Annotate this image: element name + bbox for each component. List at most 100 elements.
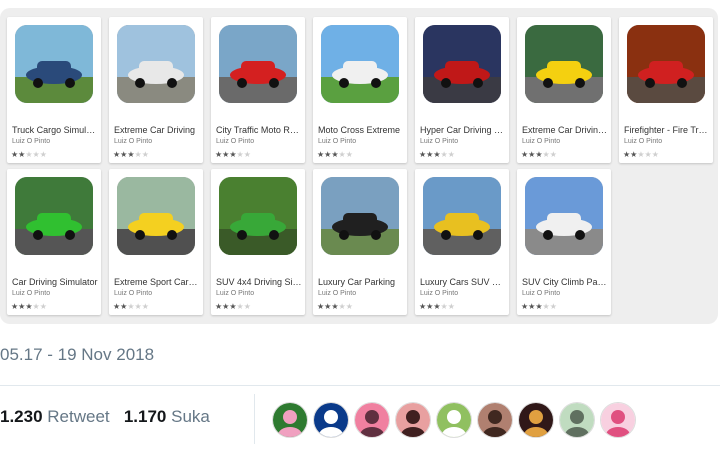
app-title[interactable]: Extreme Car Driving Racing	[522, 125, 608, 135]
app-card[interactable]: Car Driving Simulator Luiz O Pinto ★★★★★	[7, 169, 101, 315]
star-icon: ★	[440, 150, 448, 159]
app-card[interactable]: Truck Cargo Simulator Luiz O Pinto ★★★★★	[7, 17, 101, 163]
app-developer: Luiz O Pinto	[216, 138, 255, 145]
app-title[interactable]: Extreme Sport Car Driving	[114, 277, 200, 287]
app-card[interactable]: Hyper Car Driving Simulator Luiz O Pinto ★…	[415, 17, 509, 163]
app-title[interactable]: Extreme Car Driving	[114, 125, 200, 135]
app-title[interactable]: Car Driving Simulator	[12, 277, 98, 287]
star-icon: ★	[331, 150, 339, 159]
app-card[interactable]: Firefighter - Fire Truck Luiz O Pinto ★★★★…	[619, 17, 713, 163]
avatar-anime-girl[interactable]	[395, 402, 431, 438]
stats-divider	[254, 394, 255, 444]
star-icon: ★	[644, 150, 652, 159]
app-title[interactable]: SUV City Climb Parking	[522, 277, 608, 287]
tweet-timestamp[interactable]: 05.17 - 19 Nov 2018	[0, 345, 154, 365]
star-rating: ★★★★★	[623, 150, 659, 159]
app-title[interactable]: Firefighter - Fire Truck	[624, 125, 710, 135]
retweet-stat[interactable]: 1.230 Retweet	[0, 407, 110, 426]
app-developer: Luiz O Pinto	[522, 138, 561, 145]
avatar-cartoon[interactable]	[559, 402, 595, 438]
app-developer: Luiz O Pinto	[624, 138, 663, 145]
star-icon: ★	[236, 150, 244, 159]
star-rating: ★★★★★	[317, 302, 353, 311]
app-card[interactable]: Luxury Cars SUV Traffic Luiz O Pinto ★★★★★	[415, 169, 509, 315]
app-icon	[15, 25, 93, 103]
star-icon: ★	[141, 150, 149, 159]
avatar-dark-art[interactable]	[518, 402, 554, 438]
app-developer: Luiz O Pinto	[114, 290, 153, 297]
app-icon	[525, 177, 603, 255]
star-rating: ★★★★★	[419, 150, 455, 159]
app-icon	[219, 25, 297, 103]
star-rating: ★★★★★	[521, 150, 557, 159]
app-developer: Luiz O Pinto	[12, 290, 51, 297]
avatar-pink-girl[interactable]	[600, 402, 636, 438]
app-title[interactable]: Luxury Car Parking	[318, 277, 404, 287]
app-title[interactable]: Luxury Cars SUV Traffic	[420, 277, 506, 287]
star-icon: ★	[243, 302, 251, 311]
app-icon	[423, 25, 501, 103]
app-developer: Luiz O Pinto	[318, 138, 357, 145]
avatar-pepe[interactable]	[436, 402, 472, 438]
avatar-pink-anime[interactable]	[354, 402, 390, 438]
star-icon: ★	[243, 150, 251, 159]
avatar-v-logo[interactable]	[313, 402, 349, 438]
app-card[interactable]: City Traffic Moto Racing Luiz O Pinto ★★★★…	[211, 17, 305, 163]
app-icon	[423, 177, 501, 255]
avatar-person[interactable]	[477, 402, 513, 438]
app-title[interactable]: City Traffic Moto Racing	[216, 125, 302, 135]
star-icon: ★	[39, 302, 47, 311]
star-rating: ★★★★★	[11, 302, 47, 311]
retweet-count: 1.230	[0, 407, 43, 426]
app-developer: Luiz O Pinto	[522, 290, 561, 297]
app-card[interactable]: Extreme Sport Car DrivingLuiz O Pinto★★★…	[109, 169, 203, 315]
app-icon	[321, 25, 399, 103]
like-stat[interactable]: 1.170 Suka	[124, 407, 210, 426]
star-icon: ★	[447, 150, 455, 159]
star-icon: ★	[338, 150, 346, 159]
app-card[interactable]: Extreme Car Driving Luiz O Pinto ★★★★★	[109, 17, 203, 163]
app-icon	[219, 177, 297, 255]
divider	[0, 385, 720, 386]
star-icon: ★	[331, 302, 339, 311]
app-card[interactable]: Moto Cross Extreme Luiz O Pinto ★★★★★	[313, 17, 407, 163]
star-icon: ★	[637, 150, 645, 159]
star-rating: ★★★★★	[419, 302, 455, 311]
star-icon: ★	[345, 302, 353, 311]
like-label: Suka	[171, 407, 210, 426]
star-icon: ★	[535, 150, 543, 159]
star-icon: ★	[229, 150, 237, 159]
app-title[interactable]: Truck Cargo Simulator	[12, 125, 98, 135]
app-title[interactable]: Hyper Car Driving Simulator	[420, 125, 506, 135]
star-icon: ★	[549, 150, 557, 159]
tweet-stats: 1.230 Retweet 1.170 Suka	[0, 407, 210, 427]
star-rating: ★★★★★	[215, 150, 251, 159]
app-card[interactable]: Luxury Car Parking Luiz O Pinto ★★★★★	[313, 169, 407, 315]
star-icon: ★	[338, 302, 346, 311]
star-icon: ★	[39, 150, 47, 159]
app-developer: Luiz O Pinto	[12, 138, 51, 145]
star-icon: ★	[345, 150, 353, 159]
app-icon	[117, 25, 195, 103]
star-icon: ★	[651, 150, 659, 159]
star-icon: ★	[229, 302, 237, 311]
app-title[interactable]: SUV 4x4 Driving Simulator	[216, 277, 302, 287]
star-icon: ★	[433, 302, 441, 311]
app-card[interactable]: SUV City Climb Parking Luiz O Pinto ★★★★★	[517, 169, 611, 315]
app-developer: Luiz O Pinto	[114, 138, 153, 145]
app-title[interactable]: Moto Cross Extreme	[318, 125, 404, 135]
star-icon: ★	[440, 302, 448, 311]
like-count: 1.170	[123, 407, 167, 426]
app-card[interactable]: SUV 4x4 Driving SimulatorLuiz O Pinto★★★…	[211, 169, 305, 315]
star-icon: ★	[25, 150, 33, 159]
star-rating: ★★★★★	[215, 302, 251, 311]
app-developer: Luiz O Pinto	[318, 290, 357, 297]
star-icon: ★	[127, 150, 135, 159]
star-icon: ★	[127, 302, 135, 311]
app-icon	[525, 25, 603, 103]
app-card[interactable]: Extreme Car Driving Racing Luiz O Pinto ★ ★…	[517, 17, 611, 163]
star-icon: ★	[447, 302, 455, 311]
star-rating: ★★★★★	[521, 302, 557, 311]
avatar-flower[interactable]	[272, 402, 308, 438]
app-icon	[117, 177, 195, 255]
